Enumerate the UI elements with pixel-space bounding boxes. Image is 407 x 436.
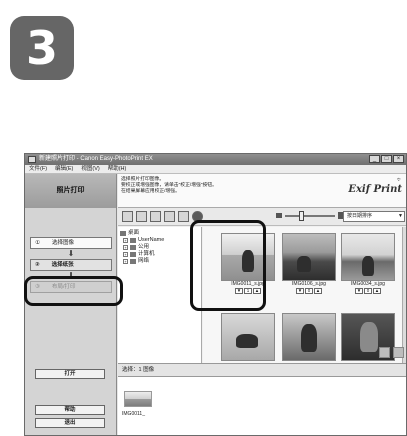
zoom-slider-handle[interactable] xyxy=(299,211,304,221)
menu-help[interactable]: 帮助(H) xyxy=(108,165,127,173)
expand-icon[interactable]: + xyxy=(123,238,128,243)
expand-icon[interactable]: + xyxy=(123,245,128,250)
instruction-bar: 选择照片打印图像。 要校正或增强图像，请单击"校正/增强"按钮。 在结果屏幕应用… xyxy=(118,174,406,208)
sort-value: 按日期排序 xyxy=(347,213,373,219)
step-select-paper[interactable]: ② 选择纸张 xyxy=(30,259,112,271)
decrement-button[interactable]: ▼ xyxy=(296,288,304,294)
step-number-badge: 3 xyxy=(10,16,74,80)
selected-photo-thumbnail[interactable] xyxy=(124,391,152,407)
folder-icon xyxy=(130,238,136,243)
tree-label: 桌面 xyxy=(128,230,140,236)
window-title: 新建照片打印 - Canon Easy-PhotoPrint EX xyxy=(39,156,153,162)
thumbnail-item[interactable]: IMG0034_s.jpg ▼ 0 ▲ xyxy=(341,233,395,294)
computer-icon xyxy=(130,252,136,257)
menu-bar: 文件(F) 编辑(E) 视图(V) 帮助(H) xyxy=(25,165,406,174)
thumbnail-filename: IMG0034_s.jpg xyxy=(351,281,385,287)
selected-photo-caption: IMG0011_ xyxy=(122,411,145,417)
thumbnail-item[interactable]: IMG0106_s.jpg ▼ 0 ▲ xyxy=(282,233,336,294)
photo-thumbnail[interactable] xyxy=(341,233,395,281)
decrement-button[interactable]: ▼ xyxy=(355,288,363,294)
selection-tray-header: 选择：1 图像 xyxy=(118,363,406,377)
tray-tool-icon[interactable] xyxy=(379,347,390,358)
exif-print-logo: ·:· Exif Print xyxy=(348,176,402,195)
chevron-down-icon: ▼ xyxy=(398,213,403,219)
photo-thumbnail[interactable] xyxy=(221,313,275,361)
app-icon xyxy=(28,156,36,163)
zoom-slider-track[interactable] xyxy=(285,215,335,217)
step-number: ① xyxy=(35,240,40,246)
copies-value[interactable]: 0 xyxy=(364,288,372,294)
instructions: 选择照片打印图像。 要校正或增强图像，请单击"校正/增强"按钮。 在结果屏幕应用… xyxy=(121,177,217,195)
selection-tray: IMG0011_ xyxy=(118,377,406,435)
minimize-button[interactable]: _ xyxy=(369,155,380,163)
instruction-line: 在结果屏幕应用校正/增强。 xyxy=(121,189,180,194)
image-icon[interactable] xyxy=(164,211,175,222)
tree-label: 网络 xyxy=(138,258,150,264)
step-select-images[interactable]: ① 选择图像 xyxy=(30,237,112,249)
photo-thumbnail[interactable] xyxy=(282,313,336,361)
tree-item-username[interactable]: + UserName xyxy=(120,237,199,244)
maximize-button[interactable]: □ xyxy=(381,155,392,163)
help-button[interactable]: 帮助 xyxy=(35,405,105,415)
logo-text: Exif Print xyxy=(348,184,402,195)
title-bar: 新建照片打印 - Canon Easy-PhotoPrint EX _ □ × xyxy=(25,154,406,165)
menu-view[interactable]: 视图(V) xyxy=(81,165,99,173)
tree-label: 公用 xyxy=(138,244,150,250)
zoom-out-icon[interactable] xyxy=(276,213,282,218)
step-label: 选择纸张 xyxy=(51,262,74,268)
menu-edit[interactable]: 编辑(E) xyxy=(55,165,73,173)
select-all-icon[interactable] xyxy=(122,211,133,222)
increment-button[interactable]: ▲ xyxy=(314,288,322,294)
copies-stepper[interactable]: ▼ 0 ▲ xyxy=(282,288,336,294)
tree-label: 计算机 xyxy=(138,251,155,257)
vertical-scrollbar[interactable] xyxy=(402,227,406,363)
network-icon xyxy=(130,259,136,264)
folder-icon xyxy=(130,245,136,250)
highlight-thumbnail-outline xyxy=(190,220,266,311)
pen-icon[interactable] xyxy=(150,211,161,222)
thumbnail-item[interactable] xyxy=(221,313,275,361)
open-button[interactable]: 打开 xyxy=(35,369,105,379)
grid-icon[interactable] xyxy=(136,211,147,222)
copies-stepper[interactable]: ▼ 0 ▲ xyxy=(341,288,395,294)
sidebar-heading: 照片打印 xyxy=(25,174,116,208)
tree-label: UserName xyxy=(138,237,165,243)
increment-button[interactable]: ▲ xyxy=(373,288,381,294)
step-label: 选择图像 xyxy=(51,240,74,246)
step-number: ② xyxy=(35,262,40,268)
photo-thumbnail[interactable] xyxy=(282,233,336,281)
copies-value[interactable]: 0 xyxy=(305,288,313,294)
down-arrow-icon: ⬇ xyxy=(67,249,75,258)
tree-item-computer[interactable]: + 计算机 xyxy=(120,251,199,258)
exit-button[interactable]: 退出 xyxy=(35,418,105,428)
expand-icon[interactable]: + xyxy=(123,259,128,264)
tree-item-public[interactable]: + 公用 xyxy=(120,244,199,251)
thumbnail-item[interactable] xyxy=(282,313,336,361)
person-silhouette xyxy=(362,256,374,276)
expand-icon[interactable]: + xyxy=(123,252,128,257)
close-button[interactable]: × xyxy=(393,155,404,163)
thumbnail-filename: IMG0106_s.jpg xyxy=(292,281,326,287)
person-silhouette xyxy=(360,322,378,352)
highlight-step-outline xyxy=(24,276,123,306)
tray-tool-icon[interactable] xyxy=(393,347,404,358)
tree-item-desktop[interactable]: 桌面 xyxy=(120,230,199,237)
person-silhouette xyxy=(297,256,311,272)
sort-dropdown[interactable]: 按日期排序 ▼ xyxy=(343,211,405,222)
menu-file[interactable]: 文件(F) xyxy=(29,165,47,173)
rotate-icon[interactable] xyxy=(178,211,189,222)
person-silhouette xyxy=(301,324,317,352)
tree-item-network[interactable]: + 网络 xyxy=(120,258,199,265)
desktop-icon xyxy=(120,231,126,236)
person-silhouette xyxy=(236,334,258,348)
logo-dots-icon: ·:· xyxy=(396,176,402,183)
